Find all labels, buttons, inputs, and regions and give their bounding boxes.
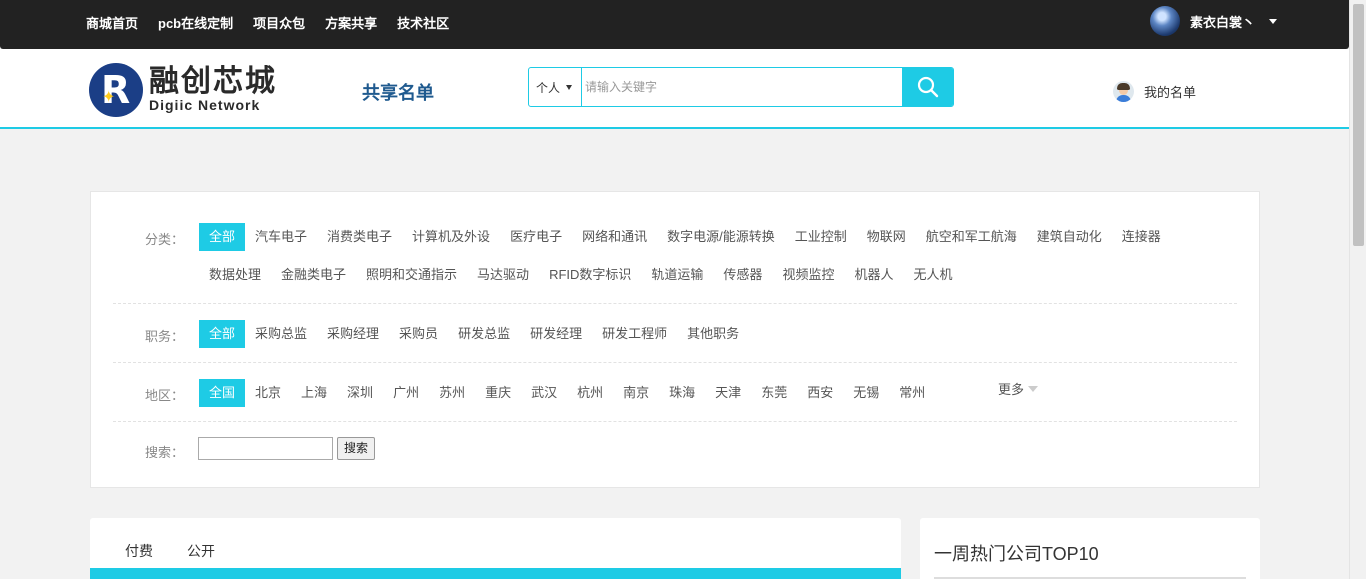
logo-text-en: Digiic Network <box>149 97 261 113</box>
category-option[interactable]: 网络和通讯 <box>572 223 657 251</box>
filter-label-keyword: 搜索： <box>145 445 185 460</box>
region-option[interactable]: 无锡 <box>843 379 889 407</box>
category-option[interactable]: 工业控制 <box>785 223 857 251</box>
category-options: 全部 汽车电子 消费类电子 计算机及外设 医疗电子 网络和通讯 数字电源/能源转换 工业控制物… <box>199 223 1209 299</box>
keyword-search-button[interactable]: 搜索 <box>337 437 376 460</box>
nav-solution-share[interactable]: 方案共享 <box>325 13 377 32</box>
header: R✦ 融创芯城 Digiic Network 共享名单 个人 我的名单 <box>0 49 1349 129</box>
category-option[interactable]: 马达驱动 <box>467 261 539 289</box>
position-option[interactable]: 研发经理 <box>520 320 592 348</box>
region-option[interactable]: 杭州 <box>567 379 613 407</box>
logo-text-cn: 融创芯城 <box>149 65 277 98</box>
position-option[interactable]: 研发工程师 <box>592 320 677 348</box>
page-scrollbar[interactable] <box>1349 0 1366 579</box>
category-option[interactable]: RFID数字标识 <box>539 261 641 289</box>
category-option[interactable]: 航空和军工航海 <box>916 223 1027 251</box>
dropdown-arrow-icon <box>566 84 573 90</box>
tab-public[interactable]: 公开 <box>187 541 215 561</box>
category-option[interactable]: 数据处理 <box>199 261 271 289</box>
divider <box>113 303 1237 304</box>
more-label[interactable]: 更多 <box>998 379 1024 398</box>
position-option[interactable]: 采购经理 <box>317 320 389 348</box>
region-option[interactable]: 深圳 <box>337 379 383 407</box>
category-option[interactable]: 照明和交通指示 <box>356 261 467 289</box>
avatar[interactable] <box>1150 6 1180 36</box>
region-option[interactable]: 上海 <box>291 379 337 407</box>
user-name[interactable]: 素衣白裳丶 <box>1190 12 1255 31</box>
category-option[interactable]: 无人机 <box>903 261 962 289</box>
position-option[interactable]: 其他职务 <box>677 320 749 348</box>
scrollbar-thumb[interactable] <box>1353 4 1364 246</box>
user-menu[interactable]: 素衣白裳丶 <box>1150 6 1278 36</box>
position-option[interactable]: 全部 <box>199 320 246 348</box>
category-option[interactable]: 消费类电子 <box>317 223 402 251</box>
chevron-down-icon[interactable] <box>1269 18 1278 24</box>
region-option[interactable]: 南京 <box>613 379 659 407</box>
my-list-label[interactable]: 我的名单 <box>1144 82 1196 101</box>
list-header-bar <box>90 568 901 579</box>
logo[interactable]: R ✦ 融创芯城 Digiic Network <box>89 63 277 117</box>
user-face-icon <box>1113 81 1134 102</box>
filter-label-region: 地区： <box>145 388 185 403</box>
region-option[interactable]: 珠海 <box>659 379 705 407</box>
region-option[interactable]: 东莞 <box>751 379 797 407</box>
search-box: 个人 <box>528 67 954 107</box>
nav-tech-community[interactable]: 技术社区 <box>397 13 449 32</box>
category-option[interactable]: 视频监控 <box>772 261 844 289</box>
category-option[interactable]: 传感器 <box>713 261 772 289</box>
region-options: 全国 北京 上海 深圳 广州 苏州 重庆 武汉 杭州 南京 珠海 天津 东莞 西安 无锡 常州 <box>199 379 1209 417</box>
region-option[interactable]: 广州 <box>383 379 429 407</box>
my-list-link[interactable]: 我的名单 <box>1113 81 1196 102</box>
region-option[interactable]: 天津 <box>705 379 751 407</box>
position-options: 全部 采购总监 采购经理 采购员 研发总监 研发经理 研发工程师 其他职务 <box>199 320 1209 358</box>
nav-mall-home[interactable]: 商城首页 <box>86 13 138 32</box>
category-option[interactable]: 建筑自动化 <box>1027 223 1112 251</box>
region-option[interactable]: 全国 <box>199 379 246 407</box>
list-tabs: 付费 公开 <box>125 541 249 561</box>
category-option[interactable]: 金融类电子 <box>271 261 356 289</box>
region-option[interactable]: 武汉 <box>521 379 567 407</box>
chevron-down-icon <box>1028 385 1039 392</box>
search-scope-value: 个人 <box>536 80 561 95</box>
logo-mark-icon: R ✦ <box>89 63 143 117</box>
page-title: 共享名单 <box>362 83 434 103</box>
position-option[interactable]: 采购员 <box>389 320 448 348</box>
top-nav: 商城首页 pcb在线定制 项目众包 方案共享 技术社区 <box>86 13 469 32</box>
nav-project-crowdsource[interactable]: 项目众包 <box>253 13 305 32</box>
category-option[interactable]: 轨道运输 <box>641 261 713 289</box>
hot-companies-panel: 一周热门公司TOP10 <box>920 518 1260 579</box>
region-option[interactable]: 西安 <box>797 379 843 407</box>
divider <box>113 362 1237 363</box>
hot-companies-title: 一周热门公司TOP10 <box>934 544 1099 564</box>
list-panel: 付费 公开 <box>90 518 901 579</box>
category-option[interactable]: 数字电源/能源转换 <box>657 223 785 251</box>
region-more-toggle[interactable]: 更多 <box>998 379 1039 398</box>
filter-label-category: 分类： <box>145 232 185 247</box>
search-input[interactable] <box>582 68 902 106</box>
top-bar: 商城首页 pcb在线定制 项目众包 方案共享 技术社区 素衣白裳丶 <box>0 0 1349 49</box>
region-option[interactable]: 常州 <box>889 379 935 407</box>
region-option[interactable]: 北京 <box>245 379 291 407</box>
position-option[interactable]: 研发总监 <box>448 320 520 348</box>
tab-paid[interactable]: 付费 <box>125 541 153 561</box>
search-icon <box>917 76 938 98</box>
filter-panel: 分类： 全部 汽车电子 消费类电子 计算机及外设 医疗电子 网络和通讯 数字电源/能源转换工… <box>90 191 1260 488</box>
category-option[interactable]: 计算机及外设 <box>402 223 500 251</box>
region-option[interactable]: 苏州 <box>429 379 475 407</box>
category-option[interactable]: 全部 <box>199 223 246 251</box>
region-option[interactable]: 重庆 <box>475 379 521 407</box>
category-option[interactable]: 医疗电子 <box>500 223 572 251</box>
divider <box>113 421 1237 422</box>
category-option[interactable]: 机器人 <box>844 261 903 289</box>
category-option[interactable]: 连接器 <box>1112 223 1171 251</box>
nav-pcb-custom[interactable]: pcb在线定制 <box>158 13 233 32</box>
search-button[interactable] <box>902 68 953 106</box>
category-option[interactable]: 物联网 <box>857 223 916 251</box>
position-option[interactable]: 采购总监 <box>245 320 317 348</box>
keyword-input[interactable] <box>198 437 333 460</box>
category-option[interactable]: 汽车电子 <box>245 223 317 251</box>
search-scope-select[interactable]: 个人 <box>529 68 582 106</box>
filter-label-position: 职务： <box>145 329 185 344</box>
